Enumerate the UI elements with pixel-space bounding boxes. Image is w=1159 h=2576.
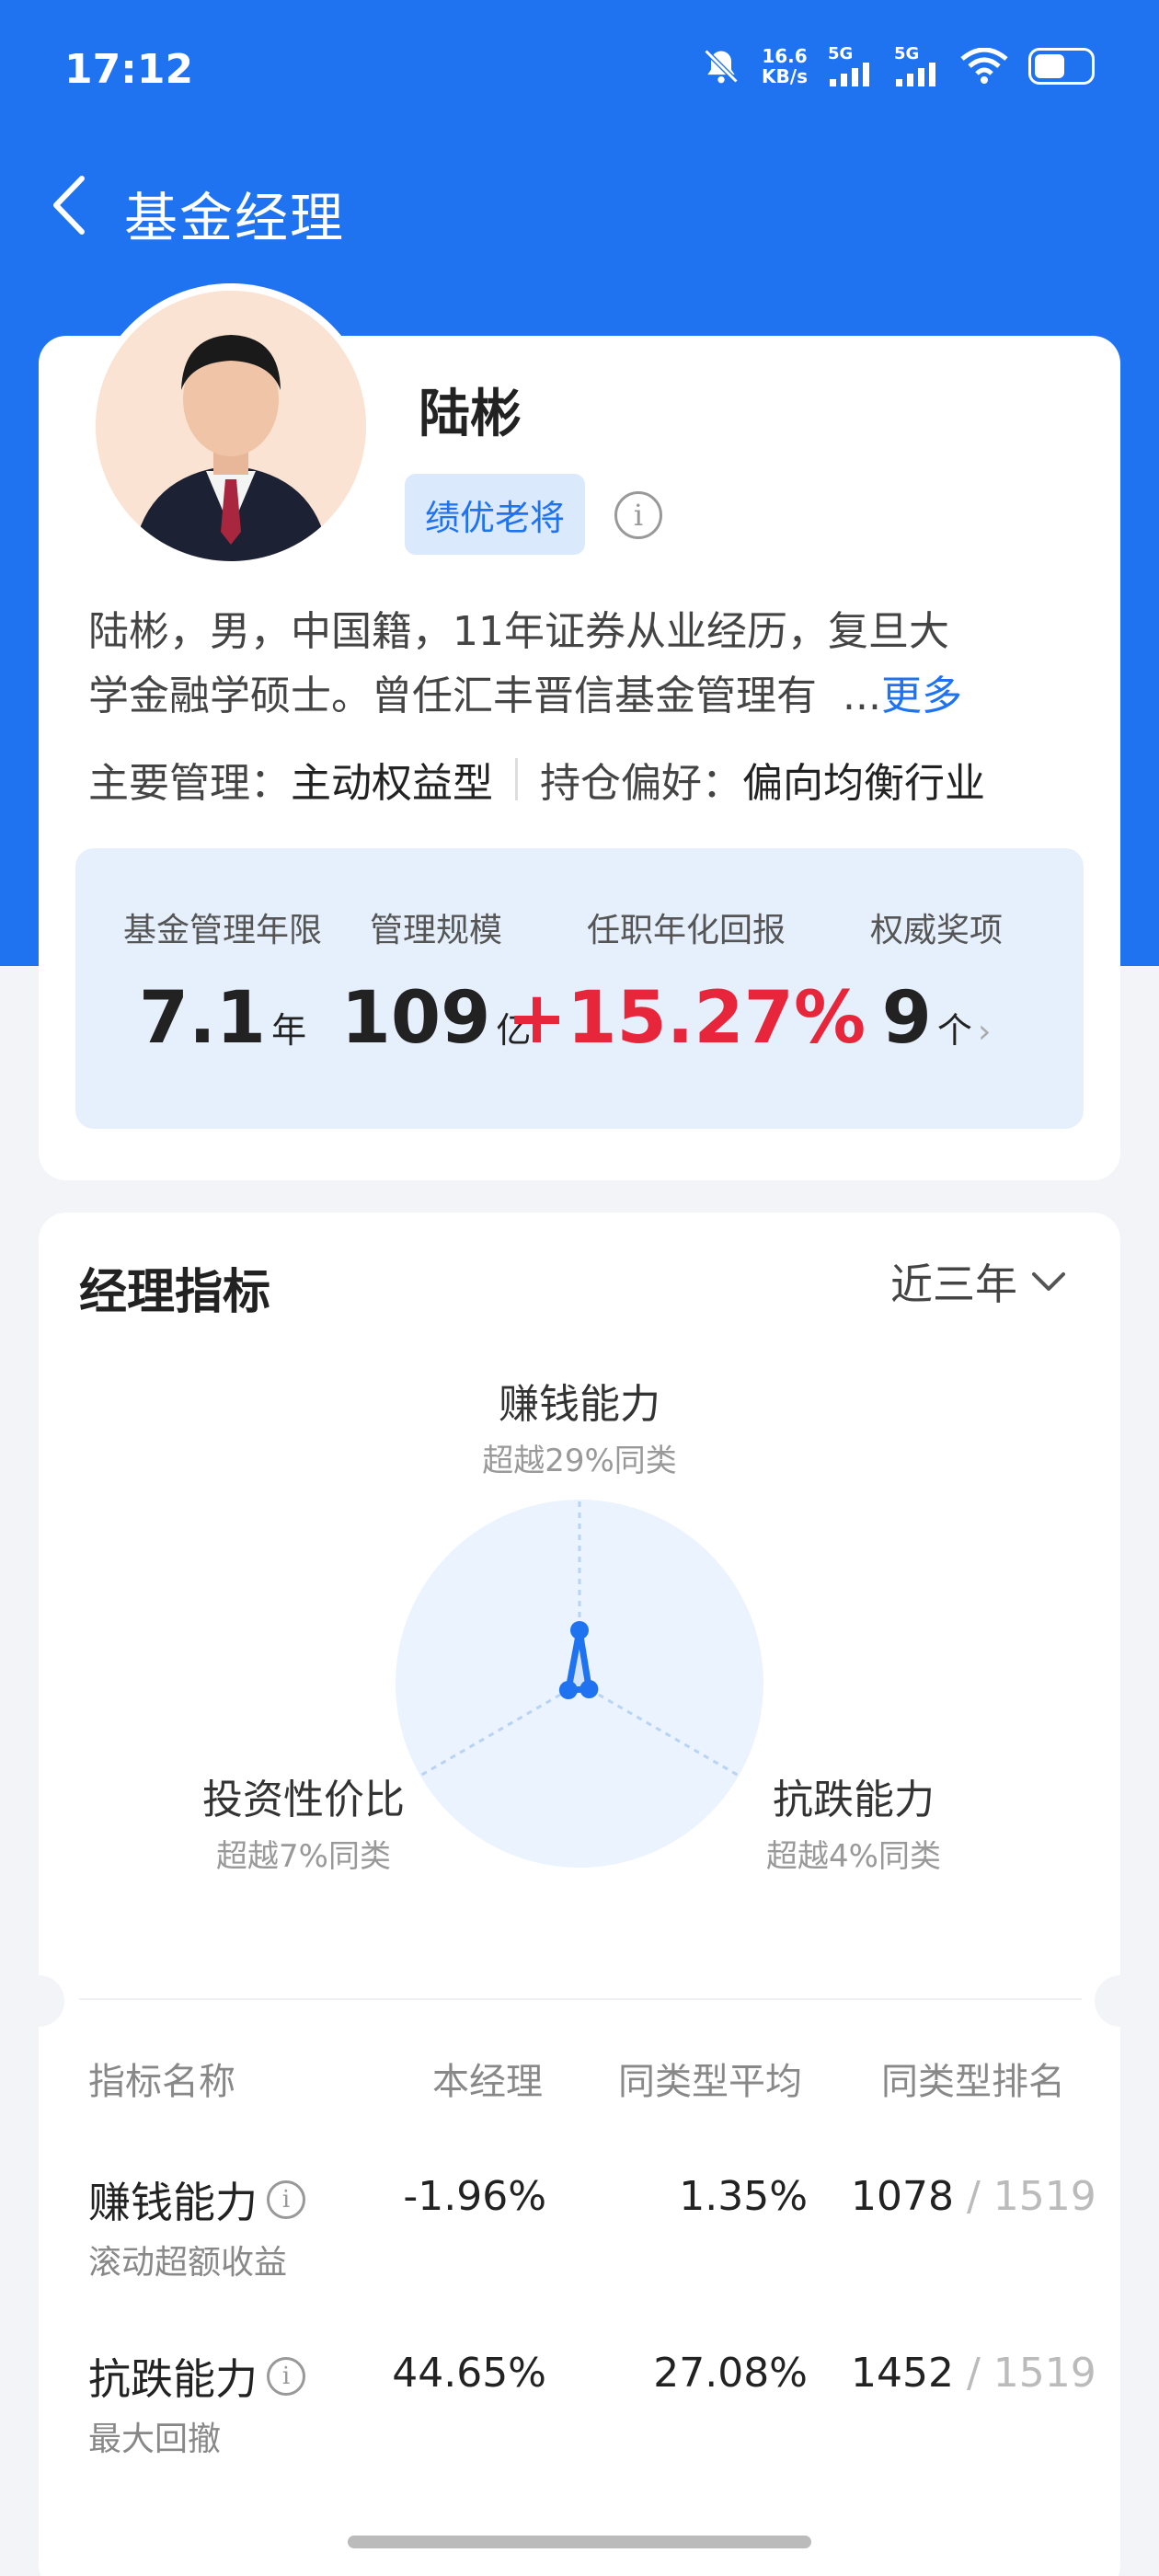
signal-icon: 5G [894,46,940,86]
status-time: 17:12 [64,46,194,93]
net-speed: 16.6 KB/s [762,45,808,87]
radar-point-resist [580,1680,599,1698]
chevron-left-icon[interactable] [37,173,101,237]
status-icons: 16.6 KB/s 5G 5G [701,46,1095,86]
section-title: 经理指标 [79,1265,271,1320]
period-selector[interactable]: 近三年 [890,1251,1067,1312]
stat-label-scale: 管理规模 [369,912,503,949]
period-label: 近三年 [890,1259,1017,1309]
navigation-bar: 基金经理 [0,156,1159,258]
card-notch [13,1975,64,2027]
manager-name: 陆彬 [419,385,522,444]
table-header-name: 指标名称 [88,2061,235,2103]
row-avg: 27.08% [653,2350,808,2397]
row-subtitle: 滚动超额收益 [88,2244,288,2282]
table-header-avg: 同类型平均 [618,2061,802,2103]
row-rank: 1078 / 1519 [851,2173,1096,2220]
wifi-icon [960,48,1008,85]
status-bar: 17:12 16.6 KB/s 5G 5G [0,0,1159,147]
row-value: 44.65% [392,2350,546,2397]
bio-line: 陆彬，男，中国籍，11年证券从业经历，复旦大 [88,608,949,655]
avatar [88,283,373,569]
stat-value-years: 7.1 年 [138,977,307,1060]
radar-point-value [558,1681,578,1699]
info-icon[interactable]: i [614,491,662,539]
table-row: 抗跌能力 i 最大回撤 44.65% 27.08% 1452 / 1519 [0,2346,1159,2521]
card-notch [1095,1975,1146,2027]
stat-label-return: 任职年化回报 [586,912,786,949]
row-subtitle: 最大回撤 [88,2421,222,2458]
home-indicator[interactable] [348,2536,811,2548]
radar-label-earn: 赚钱能力 超越29%同类 [482,1381,677,1479]
signal-icon: 5G [828,46,874,86]
battery-icon [1028,48,1095,85]
tag-divider [515,758,518,800]
page-title: 基金经理 [124,187,346,249]
stat-label-years: 基金管理年限 [122,912,323,949]
radar-label-resist: 抗跌能力 超越4%同类 [766,1777,941,1875]
chevron-right-icon: › [977,1013,992,1051]
info-icon[interactable]: i [267,2357,305,2396]
manager-bio: 陆彬，男，中国籍，11年证券从业经历，复旦大 学金融学硕士。曾任汇丰晋信基金管理… [88,600,1082,729]
info-icon[interactable]: i [267,2180,305,2219]
row-rank: 1452 / 1519 [851,2350,1096,2397]
holding-pref-label: 持仓偏好： [540,760,742,807]
row-name: 抗跌能力 i [88,2346,305,2407]
chevron-down-icon [1032,1272,1065,1291]
table-row: 赚钱能力 i 滚动超额收益 -1.96% 1.35% 1078 / 1519 [0,2169,1159,2344]
row-avg: 1.35% [679,2173,808,2220]
manager-tags: 主要管理： 主动权益型 持仓偏好： 偏向均衡行业 [88,750,985,809]
stat-value-awards[interactable]: 9 个 › [882,977,992,1060]
mute-bell-icon [701,46,741,86]
row-name: 赚钱能力 i [88,2169,305,2230]
more-link[interactable]: 更多 [881,673,962,719]
status-badge: 绩优老将 [405,474,586,555]
radar-point-earn [570,1621,589,1639]
ellipsis: ... [842,673,881,719]
stat-value-scale: 109 亿 [340,977,532,1060]
radar-chart: 赚钱能力 超越29%同类 抗跌能力 超越4%同类 投资性价比 超越7%同类 [0,1362,1159,1950]
radar-label-value: 投资性价比 超越7%同类 [202,1777,405,1875]
main-mgmt-label: 主要管理： [88,760,291,807]
stats-panel: 基金管理年限 7.1 年 管理规模 109 亿 任职年化回报 +15.27% 权威奖… [75,848,1084,1129]
row-value: -1.96% [403,2173,546,2220]
bio-line: 学金融学硕士。曾任汇丰晋信基金管理有 ...更多 [88,673,962,719]
stat-label-awards: 权威奖项 [869,912,1004,949]
table-header-rank: 同类型排名 [881,2061,1065,2103]
stat-value-return: +15.27% [506,977,866,1060]
divider [79,1998,1082,2000]
table-header-manager: 本经理 [432,2061,543,2103]
holding-pref-value: 偏向均衡行业 [742,760,985,807]
main-mgmt-value: 主动权益型 [291,760,493,807]
